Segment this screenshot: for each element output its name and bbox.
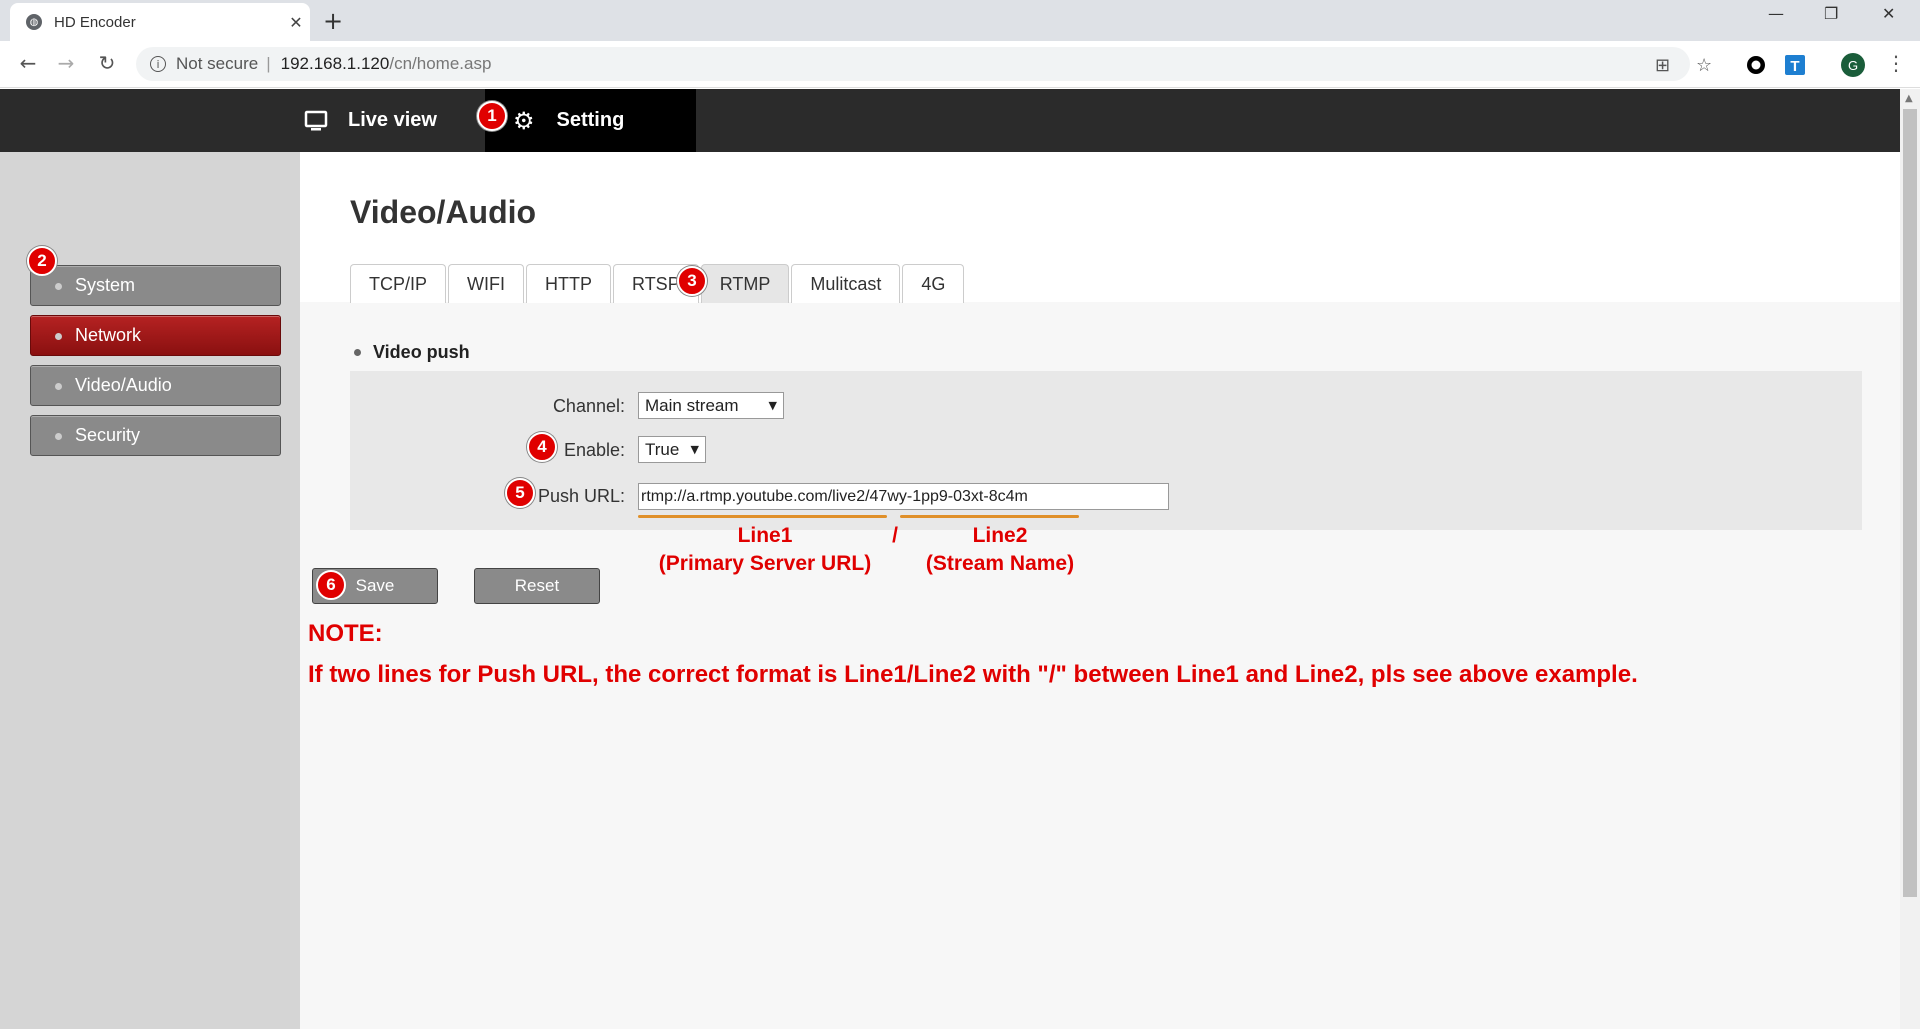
main-content: Video/Audio TCP/IP WIFI HTTP RTSP RTMP M…	[300, 152, 1900, 1029]
info-icon[interactable]: i	[150, 56, 166, 72]
new-tab-button[interactable]: +	[323, 7, 343, 35]
scrollbar-thumb[interactable]	[1903, 109, 1917, 897]
extension-t-icon[interactable]: T	[1784, 54, 1806, 76]
tab-bar: TCP/IP WIFI HTTP RTSP RTMP Mulitcast 4G	[350, 264, 966, 303]
page: Live view ⚙ Setting System Network Video…	[0, 89, 1900, 1029]
step-badge-3: 3	[677, 266, 707, 296]
section-heading: Video push	[354, 342, 470, 363]
close-tab-icon[interactable]: ✕	[282, 13, 310, 32]
sidebar-item-label: Network	[75, 325, 142, 345]
line2-title: Line2	[972, 524, 1028, 547]
dropdown-arrow-icon: ▼	[690, 443, 699, 456]
tab-rtmp[interactable]: RTMP	[700, 264, 790, 303]
slash-annotation: /	[892, 524, 898, 547]
channel-select[interactable]: Main stream ▼	[638, 392, 784, 419]
push-url-input[interactable]: rtmp://a.rtmp.youtube.com/live2/47wy-1pp…	[638, 483, 1169, 510]
gear-icon: ⚙	[513, 106, 535, 135]
enable-label: Enable:	[563, 440, 625, 460]
tab-http[interactable]: HTTP	[526, 264, 612, 303]
nav-live-view-label: Live view	[348, 109, 437, 131]
step-badge-1: 1	[477, 101, 507, 131]
restore-icon[interactable]: ❐	[1824, 4, 1838, 23]
sidebar-item-label: Security	[75, 425, 141, 445]
sidebar-item-system[interactable]: System	[30, 265, 281, 306]
sidebar-item-label: System	[75, 275, 136, 295]
profile-avatar[interactable]: G	[1841, 53, 1865, 77]
bullet-icon	[354, 349, 361, 356]
step-badge-6: 6	[316, 570, 346, 600]
forward-icon[interactable]: →	[52, 51, 80, 75]
note-title: NOTE:	[308, 620, 383, 647]
back-icon[interactable]: ←	[14, 51, 42, 75]
sidebar: System Network Video/Audio Security	[0, 152, 300, 1029]
step-badge-2: 2	[27, 246, 57, 276]
line1-desc: (Primary Server URL)	[658, 552, 872, 575]
reload-icon[interactable]: ↻	[93, 51, 121, 75]
line2-annotation: Line2 (Stream Name)	[905, 522, 1095, 578]
step-badge-4: 4	[527, 432, 557, 462]
channel-label: Channel:	[552, 396, 625, 416]
nav-setting-label: Setting	[556, 109, 625, 131]
line2-underline	[900, 515, 1079, 518]
close-window-icon[interactable]: ✕	[1882, 4, 1895, 23]
globe-icon: ◍	[26, 14, 42, 30]
dropdown-arrow-icon: ▼	[768, 399, 777, 412]
line1-underline	[638, 515, 887, 518]
sidebar-item-video-audio[interactable]: Video/Audio	[30, 365, 281, 406]
enable-value: True	[645, 439, 680, 459]
security-label: Not secure	[176, 54, 259, 73]
app-topbar: Live view ⚙ Setting	[0, 89, 1900, 152]
page-scrollbar[interactable]: ▲	[1900, 89, 1920, 1029]
nav-setting[interactable]: ⚙ Setting	[485, 89, 696, 152]
minimize-icon[interactable]: —	[1768, 4, 1784, 23]
browser-tab[interactable]: ◍ HD Encoder ✕	[10, 3, 310, 41]
tab-mulitcast[interactable]: Mulitcast	[791, 264, 901, 303]
note-text: If two lines for Push URL, the correct f…	[308, 661, 1638, 688]
monitor-icon	[304, 110, 328, 130]
bullet-icon	[55, 283, 62, 290]
tab-4g[interactable]: 4G	[902, 264, 965, 303]
step-badge-5: 5	[505, 478, 535, 508]
nav-live-view[interactable]: Live view	[304, 89, 437, 152]
translate-icon[interactable]: ⊞	[1655, 55, 1670, 76]
reset-button[interactable]: Reset	[474, 568, 600, 604]
scroll-up-arrow-icon[interactable]: ▲	[1905, 93, 1913, 104]
line1-title: Line1	[737, 524, 793, 547]
browser-tabstrip: ◍ HD Encoder ✕ + — ❐ ✕	[0, 0, 1920, 41]
section-title: Video push	[373, 342, 470, 362]
bullet-icon	[55, 383, 62, 390]
svg-text:T: T	[1790, 58, 1799, 75]
tab-tcp-ip[interactable]: TCP/IP	[350, 264, 447, 303]
address-bar[interactable]: i Not secure | 192.168.1.120 /cn/home.as…	[136, 47, 1690, 81]
browser-toolbar: ← → ↻ i Not secure | 192.168.1.120 /cn/h…	[0, 41, 1920, 88]
url-host: 192.168.1.120	[280, 54, 390, 73]
url-separator: |	[266, 54, 271, 73]
line2-desc: (Stream Name)	[925, 552, 1075, 575]
browser-menu-icon[interactable]: ⋮	[1886, 51, 1906, 75]
page-title: Video/Audio	[350, 194, 537, 230]
tab-wifi[interactable]: WIFI	[448, 264, 525, 303]
bullet-icon	[55, 333, 62, 340]
line1-annotation: Line1 (Primary Server URL)	[650, 522, 880, 578]
extension-ring-icon[interactable]	[1745, 54, 1767, 76]
star-icon[interactable]: ☆	[1696, 55, 1712, 76]
enable-select[interactable]: True ▼	[638, 436, 706, 463]
tab-title: HD Encoder	[54, 13, 136, 31]
bullet-icon	[55, 433, 62, 440]
sidebar-item-network[interactable]: Network	[30, 315, 281, 356]
url-path: /cn/home.asp	[389, 54, 492, 73]
sidebar-item-security[interactable]: Security	[30, 415, 281, 456]
sidebar-item-label: Video/Audio	[75, 375, 172, 395]
channel-value: Main stream	[645, 395, 739, 415]
